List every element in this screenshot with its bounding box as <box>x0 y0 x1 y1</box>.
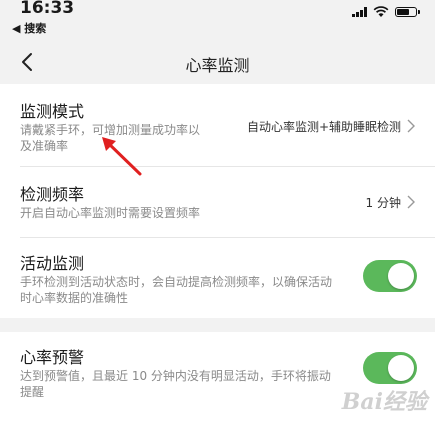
chevron-right-icon <box>407 119 415 133</box>
heart-rate-alert-desc-line2: 提醒 <box>20 385 45 399</box>
activity-monitor-toggle[interactable] <box>363 260 417 292</box>
heart-rate-alert-description: 达到预警值，且最近 10 分钟内没有明显活动，手环将振动 提醒 <box>20 368 360 400</box>
toggle-knob <box>388 263 414 289</box>
setting-row-activity-monitor: 活动监测 手环检测到活动状态时，会自动提高检测频率，以确保活动 时心率数据的准确… <box>0 238 435 318</box>
setting-row-monitor-mode[interactable]: 监测模式 请戴紧手环，可增加测量成功率以 及准确率 自动心率监测+辅助睡眠检测 <box>0 84 435 166</box>
section-gap <box>0 318 435 332</box>
heart-rate-alert-title: 心率预警 <box>20 348 85 367</box>
activity-monitor-description: 手环检测到活动状态时，会自动提高检测频率，以确保活动 时心率数据的准确性 <box>20 274 360 306</box>
activity-monitor-desc-line1: 手环检测到活动状态时，会自动提高检测频率，以确保活动 <box>20 275 333 289</box>
heart-rate-alert-desc-line1: 达到预警值，且最近 10 分钟内没有明显活动，手环将振动 <box>20 369 331 383</box>
status-icons <box>352 6 420 18</box>
toggle-knob <box>388 355 414 381</box>
detect-frequency-title: 检测频率 <box>20 185 85 204</box>
detect-frequency-value: 1 分钟 <box>365 196 401 210</box>
battery-icon <box>395 7 420 17</box>
monitor-mode-title: 监测模式 <box>20 102 85 121</box>
wifi-icon <box>373 6 389 17</box>
annotation-arrow-icon <box>102 137 142 176</box>
activity-monitor-desc-line2: 时心率数据的准确性 <box>20 291 129 305</box>
status-bar: 16:33 ◀ 搜索 <box>0 0 435 40</box>
page-title: 心率监测 <box>185 56 250 75</box>
nav-bar: 心率监测 <box>0 40 435 84</box>
status-time: 16:33 <box>20 0 75 18</box>
setting-row-detect-frequency[interactable]: 检测频率 开启自动心率监测时需要设置频率 1 分钟 <box>0 167 435 237</box>
detect-frequency-description: 开启自动心率监测时需要设置频率 <box>20 206 201 220</box>
activity-monitor-title: 活动监测 <box>20 254 85 273</box>
monitor-mode-value: 自动心率监测+辅助睡眠检测 <box>246 120 401 134</box>
signal-icon <box>352 7 367 17</box>
baidu-watermark-logo: Bai经验 <box>341 389 427 415</box>
chevron-right-icon <box>407 195 415 209</box>
heart-rate-alert-toggle[interactable] <box>363 352 417 384</box>
back-to-app-link[interactable]: ◀ 搜索 <box>12 20 46 36</box>
